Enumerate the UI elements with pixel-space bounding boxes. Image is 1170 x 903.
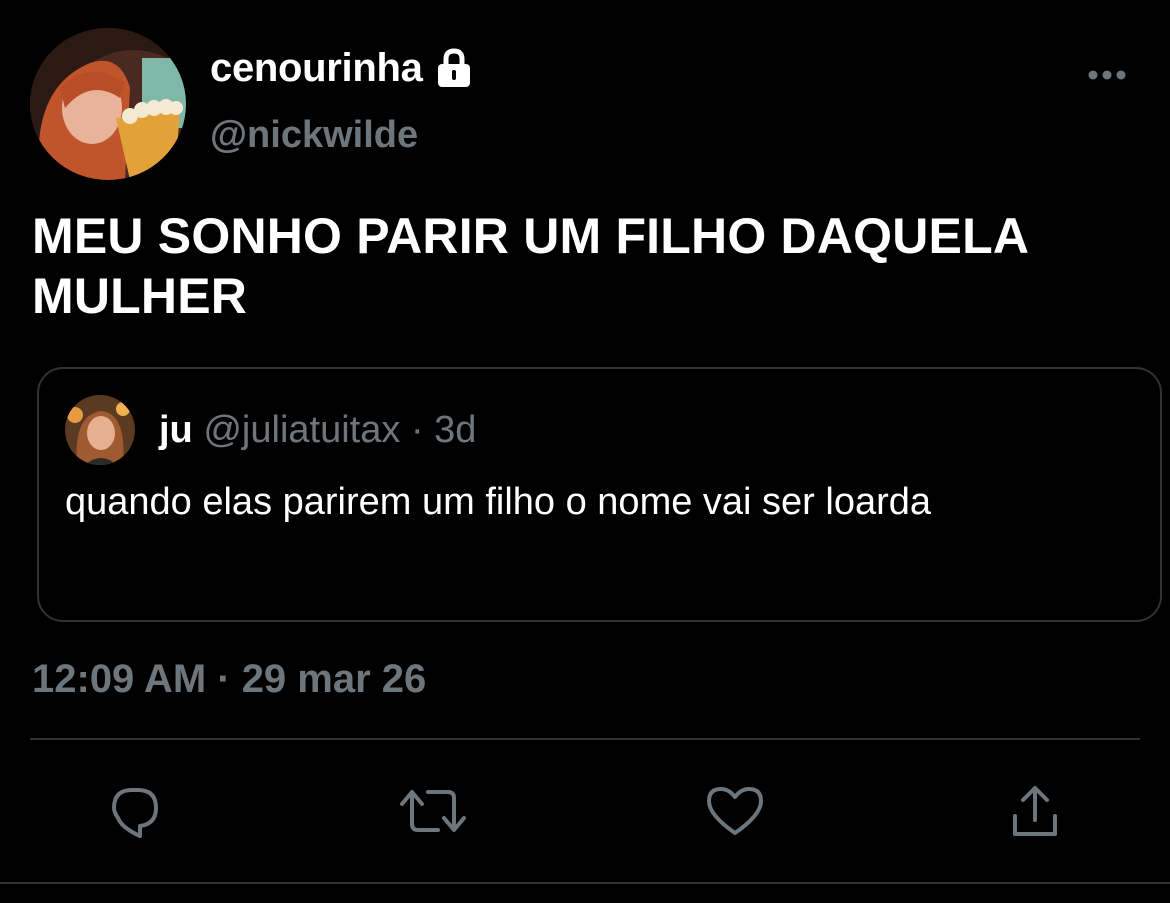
reply-icon <box>106 782 164 845</box>
tweet-timestamp[interactable]: 12:09 AM · 29 mar 26 <box>32 656 426 702</box>
reply-button[interactable] <box>100 778 170 848</box>
lock-icon <box>433 47 475 89</box>
divider <box>0 882 1170 884</box>
quote-text: quando elas parirem um filho o nome vai … <box>65 481 932 523</box>
share-button[interactable] <box>1000 778 1070 848</box>
author-handle[interactable]: @nickwilde <box>210 112 418 158</box>
display-name[interactable]: cenourinha <box>210 44 423 92</box>
quote-header: ju @juliatuitax · 3d <box>159 407 476 453</box>
quote-time[interactable]: 3d <box>434 409 476 451</box>
divider <box>30 738 1140 740</box>
quote-separator: · <box>410 409 424 451</box>
more-icon[interactable] <box>1082 60 1132 90</box>
quote-author-handle[interactable]: @juliatuitax <box>203 409 400 451</box>
retweet-icon <box>398 782 468 845</box>
quoted-tweet[interactable]: ju @juliatuitax · 3d quando elas parirem… <box>37 367 1162 622</box>
quote-author-name[interactable]: ju <box>159 409 193 451</box>
like-button[interactable] <box>700 778 770 848</box>
retweet-button[interactable] <box>398 778 468 848</box>
quote-avatar[interactable] <box>65 395 135 465</box>
heart-icon <box>705 783 765 844</box>
author-avatar[interactable] <box>30 28 186 180</box>
author-name-row[interactable]: cenourinha <box>210 44 475 92</box>
share-icon <box>1007 782 1063 845</box>
tweet-text: MEU SONHO PARIR UM FILHO DAQUELA MULHER <box>32 208 1030 324</box>
